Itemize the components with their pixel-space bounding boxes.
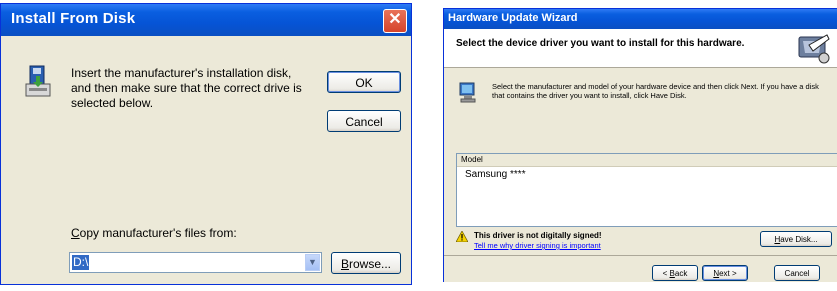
next-label: ext > <box>719 269 737 278</box>
copy-label-text: opy manufacturer's files from: <box>79 226 237 240</box>
close-icon: ✕ <box>388 11 402 28</box>
wizard-footer-divider <box>444 255 837 256</box>
source-path-combobox[interactable]: D:\ ▼ <box>69 252 322 273</box>
wizard-instructions: Select the manufacturer and model of you… <box>492 82 819 100</box>
back-prefix: < <box>662 269 670 278</box>
model-column-header[interactable]: Model <box>457 154 837 167</box>
driver-signing-link[interactable]: Tell me why driver signing is important <box>474 241 601 250</box>
have-disk-label: ave Disk... <box>780 235 818 244</box>
disk-installer-icon <box>25 65 51 97</box>
copy-files-label: Copy manufacturer's files from: <box>71 226 237 240</box>
hardware-wizard-icon <box>798 34 830 64</box>
install-instructions: Insert the manufacturer's installation d… <box>71 66 302 110</box>
copy-label-accelerator: C <box>71 226 80 240</box>
wizard-cancel-button[interactable]: Cancel <box>774 265 820 281</box>
model-list-item[interactable]: Samsung **** <box>465 169 526 180</box>
wizard-title-bar[interactable]: Hardware Update Wizard <box>444 9 837 29</box>
ok-button[interactable]: OK <box>327 71 401 93</box>
wizard-header-panel: Select the device driver you want to ins… <box>444 29 837 68</box>
title-bar[interactable]: Install From Disk ✕ <box>1 4 411 36</box>
unsigned-driver-warning: This driver is not digitally signed! <box>474 231 602 240</box>
browse-button[interactable]: Browse... <box>331 252 401 274</box>
hardware-update-wizard-dialog: Hardware Update Wizard Select the device… <box>443 8 837 282</box>
browse-label: rowse... <box>349 257 392 271</box>
back-label: ack <box>674 269 688 278</box>
close-button[interactable]: ✕ <box>383 9 407 33</box>
wizard-heading: Select the device driver you want to ins… <box>456 38 745 49</box>
combo-dropdown-button[interactable]: ▼ <box>305 254 320 271</box>
dialog-title: Install From Disk <box>11 10 136 27</box>
warning-icon <box>456 231 468 242</box>
wizard-title: Hardware Update Wizard <box>448 12 578 24</box>
chevron-down-icon: ▼ <box>308 257 317 267</box>
next-button[interactable]: Next > <box>702 265 748 281</box>
model-list[interactable]: Model Samsung **** <box>456 153 837 227</box>
install-from-disk-dialog: Install From Disk ✕ Insert the manufactu… <box>0 3 412 285</box>
have-disk-button[interactable]: Have Disk... <box>760 231 832 247</box>
monitor-icon <box>459 82 476 103</box>
back-button[interactable]: < Back <box>652 265 698 281</box>
cancel-button[interactable]: Cancel <box>327 110 401 132</box>
browse-accelerator: B <box>340 257 349 271</box>
source-path-value[interactable]: D:\ <box>72 255 90 270</box>
